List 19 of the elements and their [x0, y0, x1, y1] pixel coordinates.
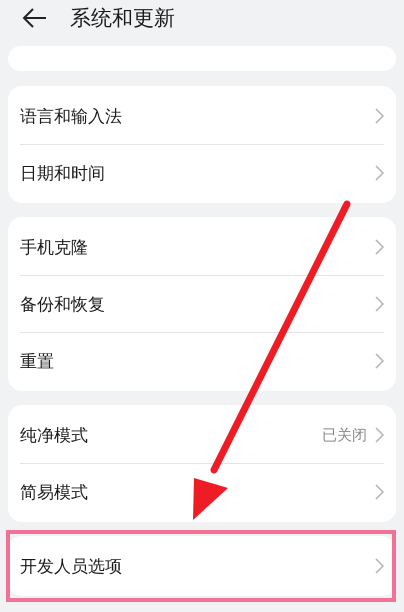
- chevron-icon: [375, 427, 384, 443]
- chevron-icon: [375, 558, 384, 574]
- setting-value: 已关闭: [322, 426, 367, 444]
- setting-label[interactable]: 备份和恢复: [20, 292, 105, 316]
- setting-label[interactable]: 纯净模式: [20, 424, 88, 446]
- chevron-icon: [375, 296, 384, 312]
- chevron-icon: [375, 239, 384, 255]
- chevron-icon: [375, 165, 384, 181]
- chevron-icon: [375, 108, 384, 124]
- back-button[interactable]: [22, 7, 48, 29]
- setting-label[interactable]: 重置: [20, 350, 54, 372]
- page-title: 系统和更新: [70, 5, 175, 32]
- setting-label[interactable]: 简易模式: [20, 480, 88, 504]
- setting-label[interactable]: 日期和时间: [20, 162, 105, 184]
- setting-label[interactable]: 语言和输入法: [20, 104, 122, 128]
- setting-label[interactable]: 开发人员选项: [20, 554, 122, 578]
- chevron-icon: [375, 484, 384, 500]
- setting-label[interactable]: 手机克隆: [20, 236, 88, 258]
- chevron-icon: [375, 353, 384, 369]
